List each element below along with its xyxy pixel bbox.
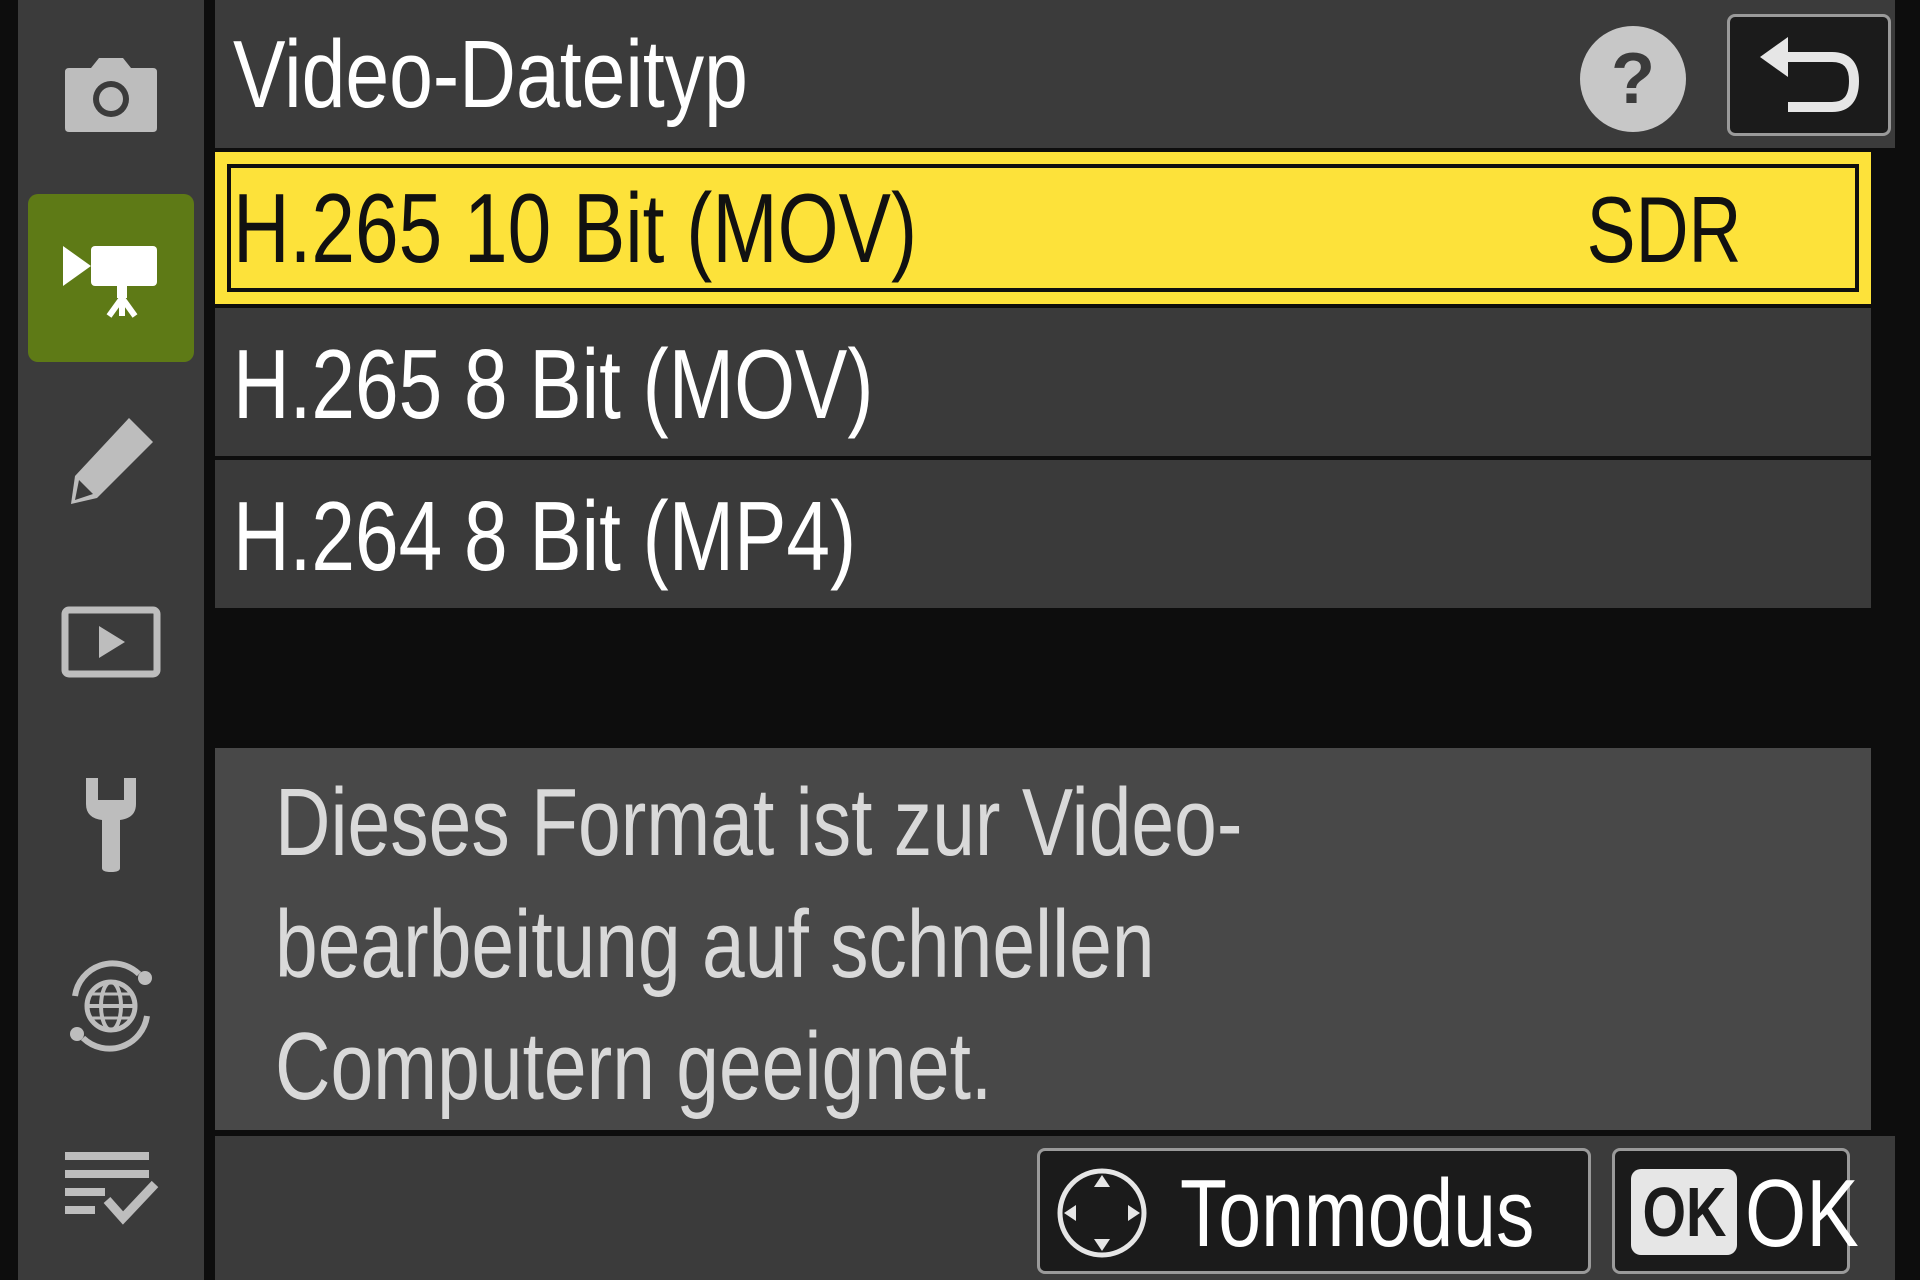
list-item-h264-8bit-mp4[interactable]: H.264 8 Bit (MP4) — [215, 460, 1871, 608]
list-item-label: H.264 8 Bit (MP4) — [233, 481, 857, 591]
wrench-icon — [86, 778, 136, 872]
checklist-icon — [65, 1152, 159, 1225]
ok-icon: OK — [1631, 1169, 1737, 1255]
sidebar-item-custom-settings[interactable] — [28, 376, 194, 544]
back-arrow-icon — [1760, 37, 1860, 112]
description-line: bearbeitung auf schnellen — [275, 891, 1155, 998]
movie-camera-icon — [63, 246, 157, 318]
tonmodus-label: Tonmodus — [1180, 1160, 1535, 1267]
list-item-label: H.265 8 Bit (MOV) — [233, 329, 874, 439]
ok-label: OK — [1745, 1160, 1859, 1267]
help-button[interactable]: ? — [1580, 26, 1686, 132]
sidebar — [18, 0, 204, 1280]
footer: Tonmodus OK OK — [215, 1136, 1895, 1280]
tonmodus-button[interactable]: Tonmodus — [1037, 1148, 1591, 1274]
sidebar-item-my-menu[interactable] — [28, 1104, 194, 1272]
list-item-h265-8bit-mov[interactable]: H.265 8 Bit (MOV) — [215, 308, 1871, 456]
camera-icon — [65, 58, 157, 132]
page-title: Video-Dateityp — [233, 21, 748, 128]
sidebar-item-playback[interactable] — [28, 558, 194, 726]
pencil-icon — [71, 418, 153, 504]
playback-icon — [61, 606, 161, 678]
sidebar-item-video-recording[interactable] — [28, 194, 194, 362]
list-item-label: H.265 10 Bit (MOV) — [233, 173, 918, 283]
help-icon: ? — [1611, 39, 1655, 119]
network-globe-icon — [70, 960, 152, 1052]
list-item-h265-10bit-mov[interactable]: H.265 10 Bit (MOV) SDR — [215, 152, 1871, 304]
sidebar-item-setup[interactable] — [28, 740, 194, 908]
video-file-type-list: H.265 10 Bit (MOV) SDR H.265 8 Bit (MOV)… — [215, 152, 1871, 612]
back-button[interactable] — [1727, 14, 1891, 136]
ok-button[interactable]: OK OK — [1612, 1148, 1859, 1274]
header: Video-Dateityp ? — [215, 0, 1895, 148]
description-line: Dieses Format ist zur Video- — [275, 769, 1243, 876]
description-line: Computern geeignet. — [275, 1013, 993, 1120]
help-description-panel: Dieses Format ist zur Video- bearbeitung… — [215, 748, 1871, 1130]
sidebar-item-photo-shooting[interactable] — [28, 10, 194, 178]
multi-selector-icon — [1057, 1168, 1147, 1258]
list-item-value: SDR — [1586, 177, 1741, 282]
sidebar-item-network[interactable] — [28, 922, 194, 1090]
